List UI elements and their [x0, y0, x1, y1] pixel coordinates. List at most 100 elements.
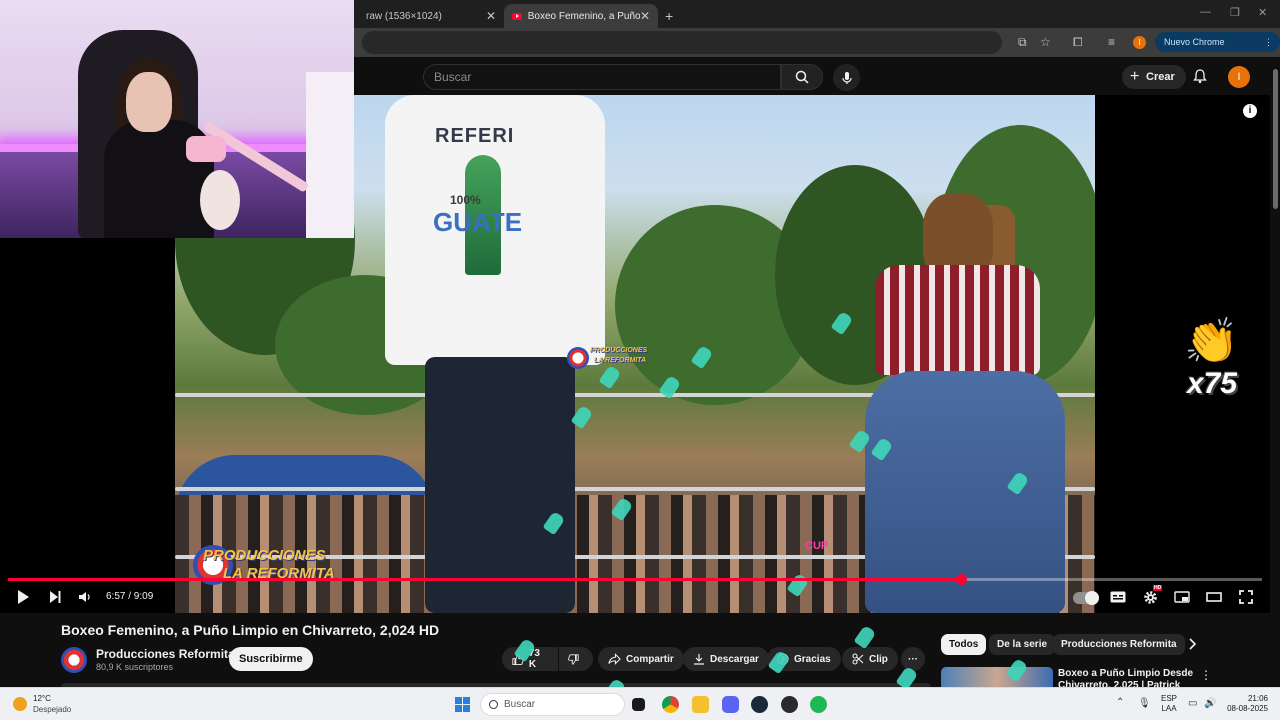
info-icon[interactable]: i: [1243, 104, 1257, 118]
page-scrollbar[interactable]: [1270, 57, 1280, 687]
shirt-guate-text: GUATE: [433, 207, 523, 237]
watermark-text: LA REFORMITA: [594, 357, 647, 364]
clip-label: Clip: [869, 653, 888, 665]
related-video-thumbnail[interactable]: [941, 667, 1053, 687]
theater-icon: [1206, 592, 1222, 602]
plus-icon: +: [1130, 68, 1140, 85]
taskbar-search[interactable]: Buscar: [480, 693, 625, 716]
tab-title: Boxeo Femenino, a Puño Limpi: [527, 10, 640, 22]
chip-all[interactable]: Todos: [941, 634, 987, 655]
chip-series[interactable]: De la serie: [989, 634, 1056, 655]
share-button[interactable]: Compartir: [598, 647, 684, 671]
time-display: 6:57 / 9:09: [106, 591, 154, 602]
search-button[interactable]: [781, 64, 823, 90]
search-input[interactable]: [424, 65, 780, 89]
weather-condition: Despejado: [33, 705, 72, 714]
clip-button[interactable]: Clip: [842, 647, 898, 671]
skip-next-icon: [50, 591, 61, 603]
task-view-icon[interactable]: [632, 698, 645, 711]
progress-scrubber-handle[interactable]: [956, 574, 968, 585]
thanks-label: Gracias: [794, 653, 831, 665]
notifications-bell-icon[interactable]: [1192, 68, 1208, 84]
related-video-title[interactable]: Boxeo a Puño Limpio Desde Chivarreto, 2,…: [1058, 668, 1198, 687]
search-icon: [795, 70, 809, 84]
speaker-icon[interactable]: 🔊: [1204, 698, 1216, 709]
moon-weather-icon[interactable]: [13, 697, 27, 711]
subscribe-button[interactable]: Suscribirme: [229, 647, 313, 671]
share-arrow-icon: [608, 653, 621, 665]
hd-badge: HD: [1153, 585, 1163, 591]
mute-button[interactable]: [77, 588, 93, 606]
progress-fill: [8, 578, 962, 581]
scrollbar-thumb[interactable]: [1273, 69, 1278, 209]
dislike-button[interactable]: [559, 647, 593, 671]
chrome-update-button[interactable]: Nuevo Chrome disponible ⋮: [1155, 32, 1280, 67]
chip-channel[interactable]: Producciones Reformita: [1053, 634, 1185, 655]
share-label: Compartir: [626, 653, 674, 665]
tab-close-icon[interactable]: ✕: [640, 9, 650, 23]
microphone-icon: [841, 71, 852, 84]
reading-list-icon[interactable]: ≡: [1108, 35, 1115, 49]
input-language-indicator[interactable]: ESP LAA: [1161, 694, 1177, 714]
download-button[interactable]: Descargar: [683, 647, 769, 671]
file-explorer-icon[interactable]: [692, 696, 709, 713]
progress-bar[interactable]: [8, 574, 1262, 585]
language-code: ESP: [1161, 694, 1178, 703]
streamer-face: [126, 72, 172, 132]
autoplay-toggle[interactable]: [1073, 591, 1099, 605]
miniplayer-button[interactable]: [1173, 588, 1191, 606]
channel-avatar[interactable]: [61, 647, 87, 673]
theater-mode-button[interactable]: [1205, 588, 1223, 606]
taskbar-clock[interactable]: 21:06 08-08-2025: [1222, 694, 1268, 714]
voice-search-button[interactable]: [833, 64, 860, 91]
fullscreen-button[interactable]: [1237, 588, 1255, 606]
profile-avatar-icon[interactable]: I: [1133, 36, 1146, 49]
create-label: Crear: [1146, 71, 1175, 83]
chrome-app-icon[interactable]: [662, 696, 679, 713]
boxer-striped-top: [875, 265, 1040, 375]
video-title: Boxeo Femenino, a Puño Limpio en Chivarr…: [61, 622, 440, 638]
play-button[interactable]: [14, 588, 32, 606]
subtitles-button[interactable]: [1109, 588, 1127, 606]
search-box[interactable]: [423, 64, 781, 90]
watermark-logo-icon: [567, 347, 589, 369]
play-icon: [18, 590, 29, 604]
new-tab-button[interactable]: +: [660, 4, 682, 28]
chevron-right-icon[interactable]: [1187, 637, 1197, 651]
microphone-tray-icon[interactable]: 🎙: [1138, 698, 1151, 709]
extensions-icon[interactable]: ⧠: [1073, 35, 1083, 50]
more-actions-button[interactable]: ···: [901, 647, 925, 671]
tab-raw-image[interactable]: raw (1536×1024) ✕: [354, 4, 504, 28]
next-video-button[interactable]: [46, 588, 64, 606]
clapping-hands-icon: 👏: [1184, 317, 1239, 366]
reaction-count: x75: [1187, 367, 1238, 400]
kebab-menu-icon[interactable]: ⋮: [1264, 32, 1273, 52]
plush-toy: [200, 170, 240, 230]
cast-icon[interactable]: ⧉: [1018, 35, 1027, 50]
restore-icon[interactable]: ❐: [1230, 6, 1240, 19]
tab-title: raw (1536×1024): [366, 10, 442, 22]
referee-jeans: [425, 357, 575, 613]
minimize-icon[interactable]: —: [1200, 6, 1211, 18]
confetti-sprite: [853, 624, 877, 650]
spotify-app-icon[interactable]: [810, 696, 827, 713]
create-button[interactable]: + Crear: [1122, 65, 1186, 89]
obs-app-icon[interactable]: [781, 696, 798, 713]
account-avatar[interactable]: I: [1228, 66, 1250, 88]
steam-app-icon[interactable]: [751, 696, 768, 713]
tab-close-icon[interactable]: ✕: [486, 9, 496, 23]
bookmark-star-icon[interactable]: ☆: [1040, 35, 1051, 49]
tab-youtube-video[interactable]: Boxeo Femenino, a Puño Limpi ✕: [504, 4, 658, 28]
chevron-up-icon[interactable]: ⌃: [1116, 697, 1124, 708]
microphone: [186, 136, 226, 162]
channel-name[interactable]: Producciones Reformita: [96, 647, 235, 661]
download-label: Descargar: [710, 653, 759, 665]
address-bar[interactable]: [362, 31, 1002, 54]
close-window-icon[interactable]: ✕: [1258, 6, 1267, 19]
crowd-sign-text: CUP: [805, 540, 829, 552]
network-icon[interactable]: ▭: [1188, 698, 1197, 709]
more-dots-icon: ···: [908, 653, 918, 665]
windows-start-icon[interactable]: [455, 697, 470, 712]
kebab-menu-icon[interactable]: ⋮: [1200, 668, 1212, 682]
discord-app-icon[interactable]: [722, 696, 739, 713]
